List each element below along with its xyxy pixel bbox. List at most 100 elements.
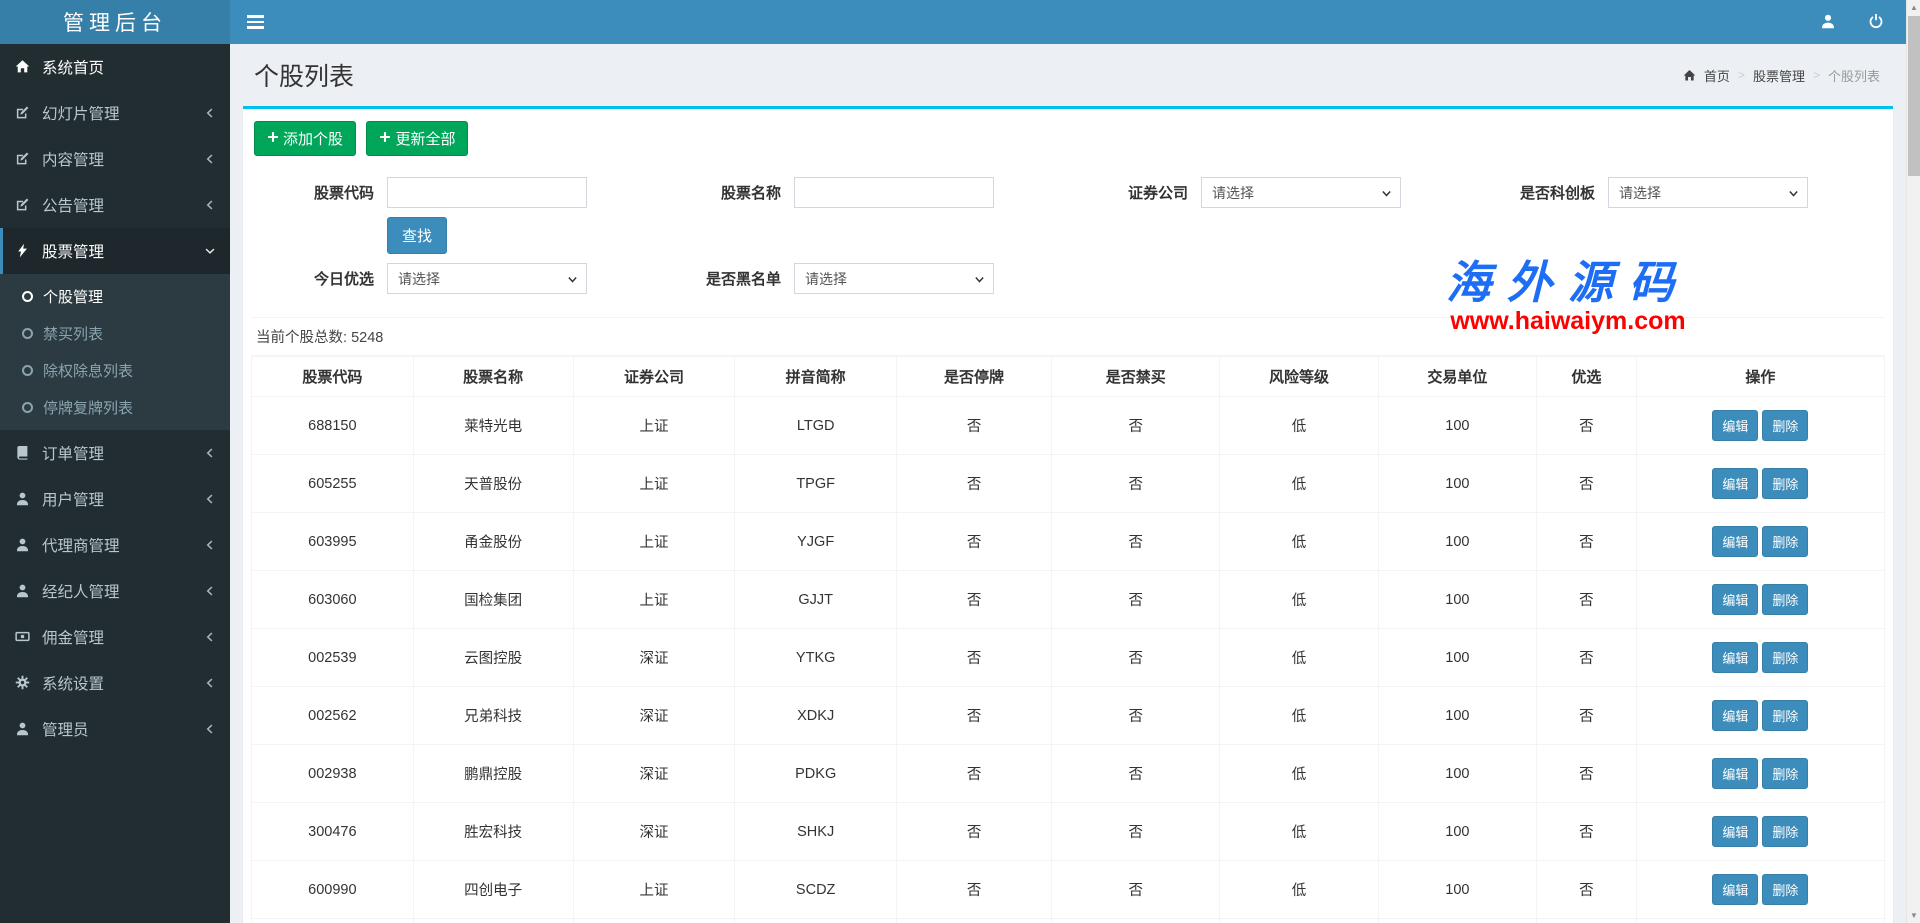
breadcrumb-separator: > [1813,68,1820,82]
sidebar-item[interactable]: 用户管理 [0,476,230,522]
table-row: 300476胜宏科技深证SHKJ否否低100否编辑删除 [252,803,1885,861]
gear-icon [15,675,31,691]
company-select[interactable]: 请选择 [1202,178,1400,207]
breadcrumb-stock-management[interactable]: 股票管理 [1753,66,1805,85]
scroll-down-arrow[interactable]: ▼ [1907,908,1920,923]
table-cell: 天普股份 [413,455,573,513]
table-cell: 胜宏科技 [413,803,573,861]
table-cell: 否 [897,513,1052,571]
table-cell: 深证 [573,687,735,745]
user-icon[interactable] [1818,12,1838,32]
table-cell: 否 [1052,629,1220,687]
chevron-left-icon [204,631,216,643]
sidebar-subitem[interactable]: 停牌复牌列表 [0,389,230,426]
delete-button[interactable]: 删除 [1762,468,1808,499]
company-select-wrap: 请选择 [1201,177,1401,208]
stock-table: 股票代码股票名称证券公司拼音简称是否停牌是否禁买风险等级交易单位优选操作 688… [251,356,1885,923]
sidebar-item[interactable]: 经纪人管理 [0,568,230,614]
column-header: 是否禁买 [1052,357,1220,397]
edit-button[interactable]: 编辑 [1712,526,1758,557]
table-cell: 否 [897,745,1052,803]
table-cell: 否 [1052,455,1220,513]
sidebar-subitem[interactable]: 个股管理 [0,278,230,315]
search-button[interactable]: 查找 [387,217,447,254]
user-icon [15,537,31,553]
edit-button[interactable]: 编辑 [1712,874,1758,905]
breadcrumb-home[interactable]: 首页 [1704,66,1730,85]
sidebar-item[interactable]: 佣金管理 [0,614,230,660]
sidebar-item[interactable]: 幻灯片管理 [0,90,230,136]
sidebar-item[interactable]: 股票管理 [0,228,230,274]
sidebar: 系统首页幻灯片管理内容管理公告管理股票管理个股管理禁买列表除权除息列表停牌复牌列… [0,44,230,923]
scrollbar-thumb[interactable] [1908,16,1920,176]
table-row: 002539云图控股深证YTKG否否低100否编辑删除 [252,629,1885,687]
delete-button[interactable]: 删除 [1762,642,1808,673]
stock-name-input[interactable] [794,177,994,208]
table-cell: 300476 [252,803,414,861]
power-icon[interactable] [1866,12,1886,32]
sidebar-subitem-label: 个股管理 [43,286,103,307]
table-cell: 低 [1220,687,1378,745]
blacklist-select[interactable]: 请选择 [795,264,993,293]
edit-button[interactable]: 编辑 [1712,642,1758,673]
stock-code-input[interactable] [387,177,587,208]
toolbar: 添加个股 更新全部 [251,121,1885,156]
chevron-left-icon [204,107,216,119]
edit-button[interactable]: 编辑 [1712,758,1758,789]
today-pick-label: 今日优选 [254,268,374,289]
delete-button[interactable]: 删除 [1762,584,1808,615]
sidebar-item[interactable]: 内容管理 [0,136,230,182]
sidebar-item[interactable]: 系统首页 [0,44,230,90]
delete-button[interactable]: 删除 [1762,874,1808,905]
filter-stock-name: 股票名称 [661,177,1068,208]
vertical-scrollbar[interactable]: ▲ ▼ [1906,0,1920,923]
sidebar-item[interactable]: 公告管理 [0,182,230,228]
sidebar-subitem[interactable]: 禁买列表 [0,315,230,352]
table-cell: 100 [1378,397,1536,455]
actions-cell: 编辑删除 [1636,687,1884,745]
edit-button[interactable]: 编辑 [1712,468,1758,499]
star-market-label: 是否科创板 [1475,182,1595,203]
table-cell: SHKJ [735,803,897,861]
column-header: 操作 [1636,357,1884,397]
total-count-label: 当前个股总数: [256,330,347,346]
chevron-down-icon [204,245,216,257]
app-logo[interactable]: 管理后台 [0,0,230,44]
sidebar-item[interactable]: 系统设置 [0,660,230,706]
edit-button[interactable]: 编辑 [1712,816,1758,847]
edit-button[interactable]: 编辑 [1712,700,1758,731]
delete-button[interactable]: 删除 [1762,816,1808,847]
update-all-button[interactable]: 更新全部 [366,121,468,156]
sidebar-item[interactable]: 管理员 [0,706,230,752]
sidebar-item[interactable]: 代理商管理 [0,522,230,568]
home-icon [15,59,31,75]
scroll-up-arrow[interactable]: ▲ [1907,0,1920,15]
sidebar-subitem[interactable]: 除权除息列表 [0,352,230,389]
actions-cell: 编辑删除 [1636,397,1884,455]
table-cell: 否 [1052,397,1220,455]
content-header: 个股列表 首页 > 股票管理 > 个股列表 [230,44,1920,93]
sidebar-item[interactable]: 订单管理 [0,430,230,476]
delete-button[interactable]: 删除 [1762,758,1808,789]
table-row: 603995甬金股份上证YJGF否否低100否编辑删除 [252,513,1885,571]
edit-button[interactable]: 编辑 [1712,584,1758,615]
edit-button[interactable]: 编辑 [1712,410,1758,441]
delete-button[interactable]: 删除 [1762,526,1808,557]
delete-button[interactable]: 删除 [1762,700,1808,731]
sidebar-toggle-button[interactable] [230,0,280,44]
filter-star-market: 是否科创板 请选择 [1475,177,1882,208]
column-header: 股票代码 [252,357,414,397]
star-market-select[interactable]: 请选择 [1609,178,1807,207]
sidebar-item-label: 订单管理 [42,442,104,464]
delete-button[interactable]: 删除 [1762,410,1808,441]
navbar-right [1818,12,1920,32]
add-stock-button[interactable]: 添加个股 [254,121,356,156]
actions-cell: 编辑删除 [1636,861,1884,919]
table-cell: 002938 [252,745,414,803]
today-pick-select[interactable]: 请选择 [388,264,586,293]
sidebar-item-label: 用户管理 [42,488,104,510]
table-cell: 600990 [252,861,414,919]
table-cell: 否 [897,455,1052,513]
filter-today-pick: 今日优选 请选择 [254,263,661,294]
sidebar-item-label: 代理商管理 [42,534,120,556]
